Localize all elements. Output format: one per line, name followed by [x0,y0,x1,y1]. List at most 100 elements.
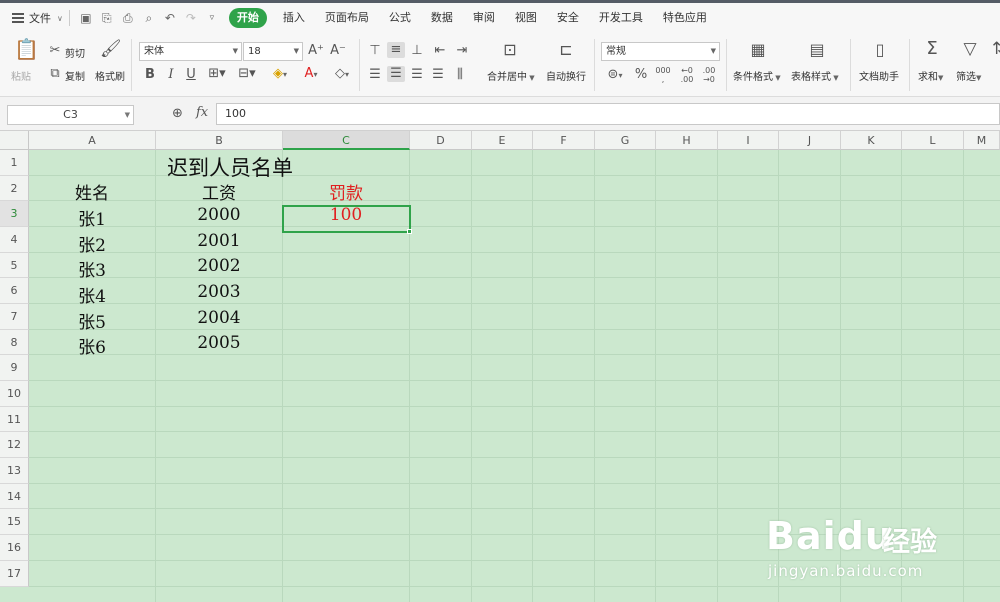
fill-color-icon[interactable]: ◈▾ [268,66,292,83]
sum-icon[interactable]: Σ [922,40,942,58]
formula-input[interactable]: 100 [216,103,1000,125]
column-header-m[interactable]: M [964,131,1000,150]
tab-3[interactable]: 公式 [379,8,421,28]
row-header-11[interactable]: 11 [0,407,29,432]
fill-handle[interactable] [407,229,412,234]
row-header-1[interactable]: 1 [0,150,29,176]
tab-9[interactable]: 特色应用 [653,8,717,28]
header-name-cell[interactable]: 姓名 [29,179,155,204]
row-header-8[interactable]: 8 [0,330,29,355]
row-header-17[interactable]: 17 [0,561,29,587]
decrease-font-icon[interactable]: A⁻ [330,43,346,59]
select-all-corner[interactable] [0,131,29,150]
percent-icon[interactable]: % [633,67,649,83]
decrease-indent-icon[interactable]: ⇤ [432,43,448,59]
decrease-decimal-icon[interactable]: .00 →0 [700,66,718,84]
redo-icon[interactable]: ↷ [181,8,201,28]
doc-assistant-button[interactable]: 文档助手 [859,68,899,83]
distributed-icon[interactable]: ⫼ [451,67,469,83]
name-cell[interactable]: 张3 [29,256,155,281]
tab-4[interactable]: 数据 [421,8,463,28]
row-header-15[interactable]: 15 [0,509,29,535]
column-header-k[interactable]: K [841,131,902,150]
undo-icon[interactable]: ↶ [160,8,180,28]
align-middle-icon[interactable]: ≡ [387,42,405,58]
header-fine-cell[interactable]: 罚款 [283,179,409,204]
increase-indent-icon[interactable]: ⇥ [454,43,470,59]
save-icon[interactable]: ▣ [76,8,96,28]
tab-0[interactable]: 开始 [228,8,267,28]
thousands-icon[interactable]: 000, [654,66,672,84]
merge-center-icon[interactable]: ⊡ [499,42,521,58]
column-header-j[interactable]: J [779,131,841,150]
row-header-6[interactable]: 6 [0,278,29,304]
salary-cell[interactable]: 2002 [156,256,282,276]
fx-label[interactable]: fx [196,105,208,120]
spreadsheet-grid[interactable]: A B C D E F G H I J K L M 1 2 3 4 5 6 7 … [0,131,1000,602]
file-menu[interactable]: 文件 ∨ [0,3,63,33]
currency-icon[interactable]: ⊜▾ [604,67,626,84]
row-header-3[interactable]: 3 [0,201,29,227]
bold-icon[interactable]: B [143,67,157,83]
column-header-d[interactable]: D [410,131,472,150]
filter-button[interactable]: 筛选▼ [956,68,981,83]
name-cell[interactable]: 张5 [29,308,155,333]
row-header-7[interactable]: 7 [0,304,29,330]
salary-cell[interactable]: 2004 [156,308,282,328]
tab-8[interactable]: 开发工具 [589,8,653,28]
tab-7[interactable]: 安全 [547,8,589,28]
align-left-icon[interactable]: ☰ [367,67,383,83]
clear-format-icon[interactable]: ◇▾ [330,66,354,83]
increase-decimal-icon[interactable]: ←0.00 [678,66,696,84]
font-size-select[interactable]: 18 ▼ [243,42,303,61]
justify-icon[interactable]: ☰ [430,67,446,83]
sort-icon[interactable]: ⇅ [992,41,1000,58]
row-header-16[interactable]: 16 [0,535,29,561]
tab-6[interactable]: 视图 [505,8,547,28]
column-header-h[interactable]: H [656,131,718,150]
row-header-13[interactable]: 13 [0,458,29,484]
tab-1[interactable]: 插入 [273,8,315,28]
align-top-icon[interactable]: ⊤ [367,43,383,59]
align-center-icon[interactable]: ☰ [387,66,405,82]
column-header-e[interactable]: E [472,131,533,150]
underline-icon[interactable]: U [184,67,198,83]
copy-icon[interactable]: ⧉ [48,66,62,82]
font-name-select[interactable]: 宋体 ▼ [139,42,242,61]
row-header-14[interactable]: 14 [0,484,29,509]
column-header-f[interactable]: F [533,131,595,150]
paste-button[interactable]: 粘贴 [11,68,31,83]
salary-cell[interactable]: 2001 [156,231,282,251]
salary-cell[interactable]: 2005 [156,333,282,353]
cell-style-icon[interactable]: ⊟▾ [236,66,258,82]
paste-icon[interactable]: 📋 [14,39,39,63]
column-header-a[interactable]: A [29,131,156,150]
name-cell[interactable]: 张4 [29,282,155,307]
conditional-format-icon[interactable]: ▦ [747,42,769,58]
conditional-format-button[interactable]: 条件格式 ▼ [733,68,781,83]
name-box[interactable]: C3 ▼ [7,105,134,125]
row-header-5[interactable]: 5 [0,253,29,278]
auto-wrap-button[interactable]: 自动换行 [546,68,586,83]
header-salary-cell[interactable]: 工资 [156,179,282,204]
row-header-12[interactable]: 12 [0,432,29,458]
cell-selection[interactable] [282,205,411,233]
column-header-g[interactable]: G [595,131,656,150]
name-cell[interactable]: 张6 [29,333,155,358]
column-header-b[interactable]: B [156,131,283,150]
tab-2[interactable]: 页面布局 [315,8,379,28]
sum-button[interactable]: 求和▼ [918,68,943,83]
row-header-9[interactable]: 9 [0,355,29,381]
name-cell[interactable]: 张2 [29,231,155,256]
doc-assistant-icon[interactable]: ▯ [869,42,891,58]
format-painter-button[interactable]: 格式刷 [95,68,125,83]
column-header-i[interactable]: I [718,131,779,150]
sheet-title-cell[interactable]: 迟到人员名单 [120,152,340,182]
align-right-icon[interactable]: ☰ [409,67,425,83]
print-preview-icon[interactable]: ⌕ [139,8,159,28]
increase-font-icon[interactable]: A⁺ [308,43,324,59]
font-color-icon[interactable]: A▾ [300,66,322,83]
merge-center-button[interactable]: 合并居中 ▼ [487,68,535,83]
align-bottom-icon[interactable]: ⊥ [409,43,425,59]
row-header-10[interactable]: 10 [0,381,29,407]
